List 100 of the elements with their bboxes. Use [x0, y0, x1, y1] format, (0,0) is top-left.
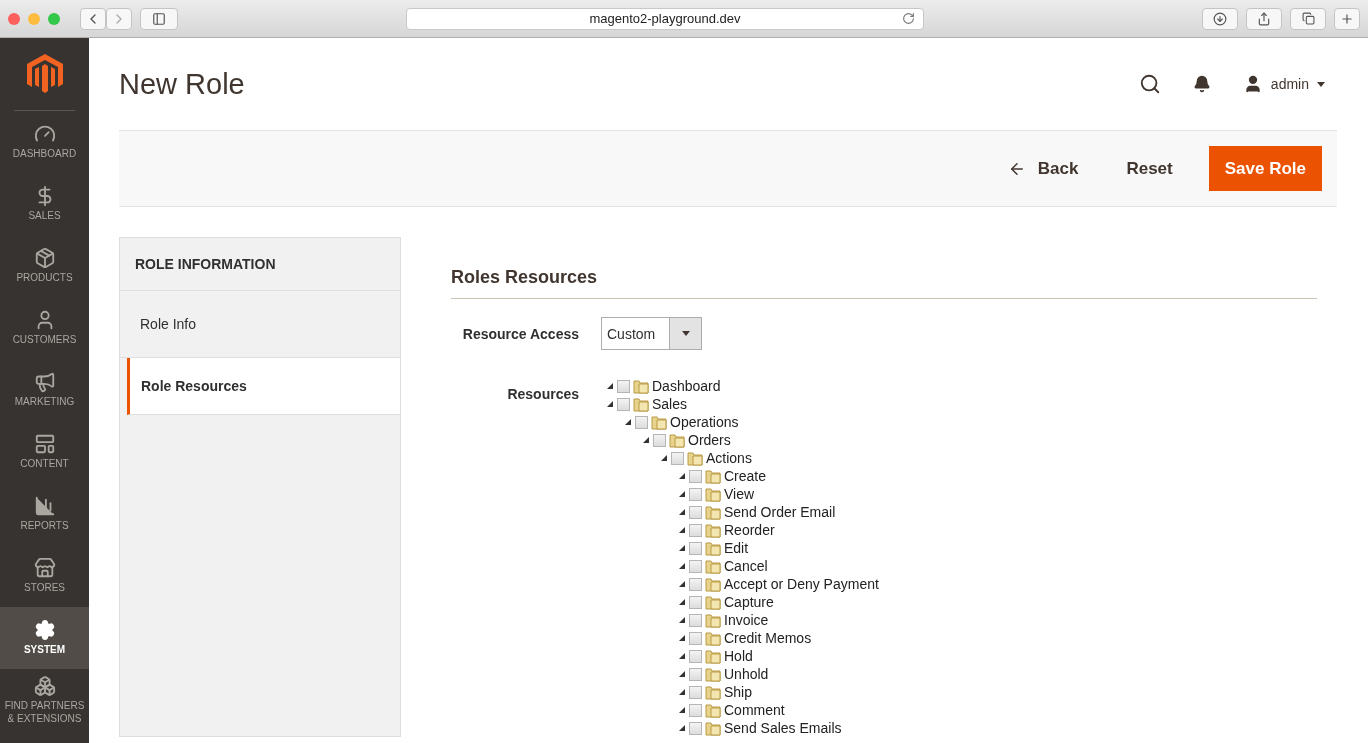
sidebar-icon [152, 11, 166, 26]
storefront-icon [33, 557, 56, 580]
download-icon [1213, 11, 1227, 26]
expand-triangle-icon[interactable] [678, 562, 686, 570]
tree-item-label[interactable]: Ship [724, 684, 753, 700]
expand-triangle-icon[interactable] [678, 634, 686, 642]
checkbox[interactable] [689, 613, 702, 627]
sidebar-item[interactable]: SALES [0, 173, 89, 235]
tree-item-label[interactable]: Actions [706, 450, 752, 466]
save-role-button[interactable]: Save Role [1208, 146, 1322, 191]
folder-icon [705, 684, 721, 700]
tree-item-label[interactable]: Hold [724, 648, 753, 664]
folder-icon [705, 648, 721, 664]
checkbox[interactable] [689, 649, 702, 663]
checkbox[interactable] [653, 433, 666, 447]
tree-item-label[interactable]: Dashboard [652, 378, 721, 394]
download-button[interactable] [1202, 7, 1238, 30]
expand-triangle-icon[interactable] [678, 526, 686, 534]
back-nav-button[interactable] [80, 7, 106, 30]
checkbox[interactable] [689, 703, 702, 717]
checkbox[interactable] [617, 379, 630, 393]
search-icon[interactable] [1138, 73, 1161, 95]
expand-triangle-icon[interactable] [660, 454, 668, 462]
folder-icon [705, 504, 721, 520]
folder-icon [705, 576, 721, 592]
sidebar-item[interactable]: DASHBOARD [0, 111, 89, 173]
expand-triangle-icon[interactable] [678, 724, 686, 732]
checkbox[interactable] [689, 523, 702, 537]
sidebar-toggle-button[interactable] [140, 7, 178, 30]
expand-triangle-icon[interactable] [678, 670, 686, 678]
back-button[interactable]: Back [995, 148, 1091, 189]
expand-triangle-icon[interactable] [678, 472, 686, 480]
expand-triangle-icon[interactable] [678, 598, 686, 606]
checkbox[interactable] [689, 631, 702, 645]
checkbox[interactable] [671, 451, 684, 465]
checkbox[interactable] [617, 397, 630, 411]
tab[interactable]: Role Resources [127, 358, 400, 415]
address-bar[interactable]: magento2-playground.dev [406, 7, 924, 30]
tree-item-label[interactable]: Capture [724, 594, 774, 610]
sidebar-item[interactable]: CONTENT [0, 421, 89, 483]
expand-triangle-icon[interactable] [678, 508, 686, 516]
checkbox[interactable] [689, 595, 702, 609]
notification-bell-icon[interactable] [1192, 75, 1211, 93]
expand-triangle-icon[interactable] [678, 490, 686, 498]
checkbox[interactable] [689, 505, 702, 519]
checkbox[interactable] [689, 721, 702, 735]
checkbox[interactable] [689, 685, 702, 699]
checkbox[interactable] [689, 469, 702, 483]
tree-item-label[interactable]: Edit [724, 540, 749, 556]
tree-item-label[interactable]: Accept or Deny Payment [724, 576, 879, 592]
resource-access-select[interactable]: Custom [601, 317, 702, 350]
checkbox[interactable] [689, 577, 702, 591]
close-button[interactable] [8, 12, 20, 25]
tree-item-label[interactable]: Send Sales Emails [724, 720, 842, 736]
expand-triangle-icon[interactable] [678, 544, 686, 552]
megaphone-icon [33, 371, 56, 394]
tabs-button[interactable] [1290, 7, 1326, 30]
sidebar-item[interactable]: PRODUCTS [0, 235, 89, 297]
tree-item-label[interactable]: Send Order Email [724, 504, 836, 520]
folder-icon [705, 468, 721, 484]
checkbox[interactable] [689, 487, 702, 501]
sidebar-item[interactable]: FIND PARTNERS & EXTENSIONS [0, 669, 89, 731]
sidebar-item[interactable]: CUSTOMERS [0, 297, 89, 359]
tree-item-label[interactable]: Invoice [724, 612, 769, 628]
tree-item-label[interactable]: Orders [688, 432, 731, 448]
expand-triangle-icon[interactable] [678, 580, 686, 588]
tree-item-label[interactable]: View [724, 486, 755, 502]
checkbox[interactable] [635, 415, 648, 429]
expand-triangle-icon[interactable] [642, 436, 650, 444]
tree-item-label[interactable]: Create [724, 468, 767, 484]
expand-triangle-icon[interactable] [624, 418, 632, 426]
sidebar-item[interactable]: STORES [0, 545, 89, 607]
tree-item-label[interactable]: Credit Memos [724, 630, 812, 646]
expand-triangle-icon[interactable] [678, 706, 686, 714]
checkbox[interactable] [689, 559, 702, 573]
tree-item-label[interactable]: Cancel [724, 558, 768, 574]
tree-item-label[interactable]: Comment [724, 702, 785, 718]
expand-triangle-icon[interactable] [678, 688, 686, 696]
new-tab-button[interactable] [1334, 7, 1360, 30]
sidebar-item[interactable]: REPORTS [0, 483, 89, 545]
share-button[interactable] [1246, 7, 1282, 30]
tree-item-label[interactable]: Reorder [724, 522, 775, 538]
reset-button[interactable]: Reset [1114, 148, 1185, 189]
tree-item-label[interactable]: Unhold [724, 666, 769, 682]
checkbox[interactable] [689, 667, 702, 681]
expand-triangle-icon[interactable] [606, 382, 614, 390]
folder-icon [705, 702, 721, 718]
tree-item-label[interactable]: Sales [652, 396, 688, 412]
sidebar-item[interactable]: SYSTEM [0, 607, 89, 669]
section-title: Roles Resources [451, 237, 1317, 299]
sidebar-item[interactable]: MARKETING [0, 359, 89, 421]
logo-icon[interactable] [26, 54, 63, 94]
checkbox[interactable] [689, 541, 702, 555]
expand-triangle-icon[interactable] [606, 400, 614, 408]
share-icon [1257, 11, 1271, 26]
tree-item-label[interactable]: Operations [670, 414, 739, 430]
expand-triangle-icon[interactable] [678, 652, 686, 660]
expand-triangle-icon[interactable] [678, 616, 686, 624]
user-menu[interactable]: admin [1242, 74, 1325, 94]
folder-icon [651, 414, 667, 430]
